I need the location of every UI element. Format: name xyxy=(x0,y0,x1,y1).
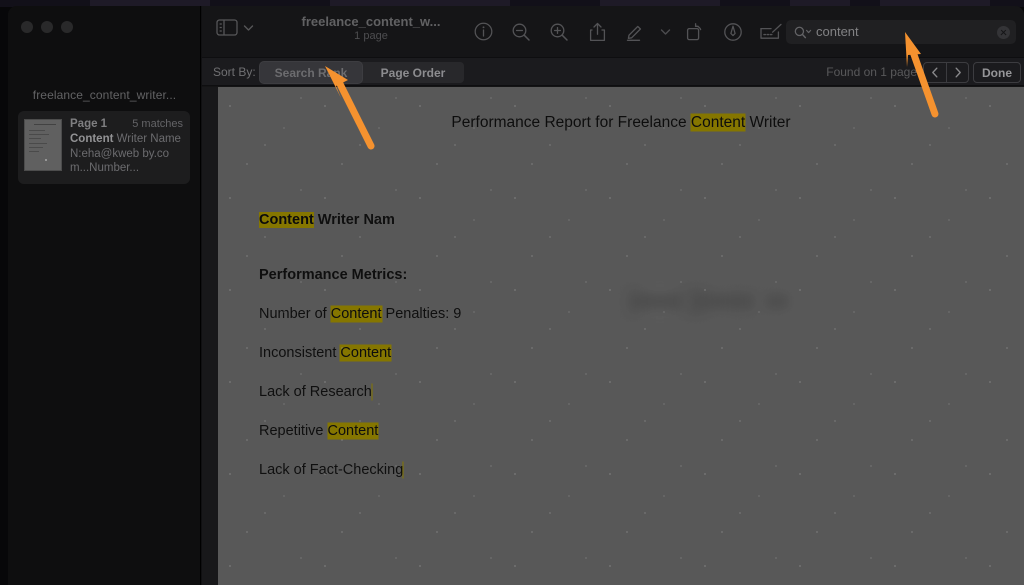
search-input-value[interactable]: content xyxy=(816,20,993,44)
zoom-out-button[interactable] xyxy=(502,13,540,51)
document-body-line: Repetitive Content xyxy=(259,423,379,439)
document-body-line: Lack of Research xyxy=(259,384,372,400)
share-icon xyxy=(589,22,605,41)
main-area: freelance_content_w... 1 page content So… xyxy=(202,6,1024,585)
markup-pen-icon xyxy=(626,25,642,41)
minimize-button[interactable] xyxy=(41,21,53,33)
rotate-icon xyxy=(686,22,702,40)
page-thumbnail xyxy=(24,119,62,171)
share-button[interactable] xyxy=(578,13,616,51)
zoom-in-icon xyxy=(550,23,568,41)
sidebar-icon xyxy=(216,19,238,36)
signature-button[interactable] xyxy=(752,13,790,51)
rotate-button[interactable] xyxy=(676,13,714,51)
result-snippet: Content Writer NameN:eha@kweb by.com...N… xyxy=(70,132,183,176)
document-body-line: Inconsistent Content xyxy=(259,345,392,361)
annotate-button[interactable] xyxy=(714,13,752,51)
toolbar-icon-group xyxy=(464,6,790,57)
close-button[interactable] xyxy=(21,21,33,33)
document-body-line: Lack of Fact-Checking xyxy=(259,462,403,478)
toolbar: freelance_content_w... 1 page content xyxy=(202,6,1024,57)
done-button[interactable]: Done xyxy=(973,62,1021,83)
metrics-heading: Performance Metrics: xyxy=(259,267,408,283)
chevron-down-icon[interactable] xyxy=(243,24,254,32)
zoom-out-icon xyxy=(512,23,530,41)
line-highlight: Content xyxy=(327,423,379,439)
result-snippet-match: Content xyxy=(70,133,114,145)
chevron-left-icon xyxy=(932,67,938,78)
toolbar-title-block: freelance_content_w... 1 page xyxy=(281,14,461,42)
line-post: Penalties: 9 xyxy=(381,306,462,322)
line-highlight: Content xyxy=(330,306,382,322)
sort-segmented-control[interactable]: Search Rank Page Order xyxy=(260,62,464,83)
name-line-highlight: Content xyxy=(259,212,314,228)
find-next-button[interactable] xyxy=(946,63,968,82)
found-status-text: Found on 1 page xyxy=(826,65,917,79)
sidebar-document-title: freelance_content_writer... xyxy=(32,88,177,102)
chevron-down-icon xyxy=(660,28,670,35)
find-previous-button[interactable] xyxy=(924,63,946,82)
sort-segment-search-rank[interactable]: Search Rank xyxy=(260,62,362,83)
line-pre: Lack of Research xyxy=(259,384,372,400)
heading-highlight: Content xyxy=(690,114,746,131)
zoom-button[interactable] xyxy=(61,21,73,33)
sort-by-label: Sort By: xyxy=(213,65,256,79)
chevron-right-icon xyxy=(955,67,961,78)
find-bar: Sort By: Search Rank Page Order Found on… xyxy=(202,57,1024,86)
find-nav-group[interactable] xyxy=(923,62,969,83)
document-heading: Performance Report for Freelance Content… xyxy=(218,114,1024,132)
heading-post: Writer xyxy=(745,114,791,131)
toolbar-page-count: 1 page xyxy=(354,30,388,42)
toolbar-document-title: freelance_content_w... xyxy=(301,14,441,29)
document-page: Performance Report for Freelance Content… xyxy=(218,87,1024,585)
zoom-in-button[interactable] xyxy=(540,13,578,51)
signature-icon xyxy=(760,23,782,39)
name-line-rest: Writer Nam xyxy=(313,212,395,228)
search-input[interactable]: content xyxy=(786,20,1016,44)
line-pre: Repetitive xyxy=(259,423,328,439)
screenshot-root: freelance_content_writer... Page 1 5 mat… xyxy=(0,0,1024,585)
info-icon xyxy=(474,22,492,41)
clear-icon[interactable] xyxy=(997,25,1010,39)
line-highlight: Content xyxy=(340,345,392,361)
line-pre: Lack of Fact-Checking xyxy=(259,462,404,478)
document-name-line: Content Writer Nam xyxy=(259,212,395,228)
search-results-sidebar: freelance_content_writer... Page 1 5 mat… xyxy=(8,6,201,585)
redacted-name-value xyxy=(618,285,788,319)
result-page-label: Page 1 xyxy=(70,118,108,130)
sort-segment-page-order[interactable]: Page Order xyxy=(362,62,464,83)
window-traffic-lights[interactable] xyxy=(21,21,73,33)
line-pre: Inconsistent xyxy=(259,345,341,361)
sidebar-toggle-button[interactable] xyxy=(216,19,254,36)
annotate-pen-icon xyxy=(724,22,742,41)
line-pre: Number of xyxy=(259,306,331,322)
heading-pre: Performance Report for Freelance xyxy=(451,114,691,131)
preview-window: freelance_content_writer... Page 1 5 mat… xyxy=(8,6,1024,585)
search-result-item[interactable]: Page 1 5 matches Content Writer NameN:eh… xyxy=(18,111,190,184)
info-button[interactable] xyxy=(464,13,502,51)
search-icon[interactable] xyxy=(794,26,812,39)
markup-button[interactable] xyxy=(616,13,654,51)
result-matches-count: 5 matches xyxy=(132,118,183,130)
document-scroll-area[interactable]: Performance Report for Freelance Content… xyxy=(202,87,1024,585)
markup-options-button[interactable] xyxy=(654,13,676,51)
document-body-line: Number of Content Penalties: 9 xyxy=(259,306,461,322)
